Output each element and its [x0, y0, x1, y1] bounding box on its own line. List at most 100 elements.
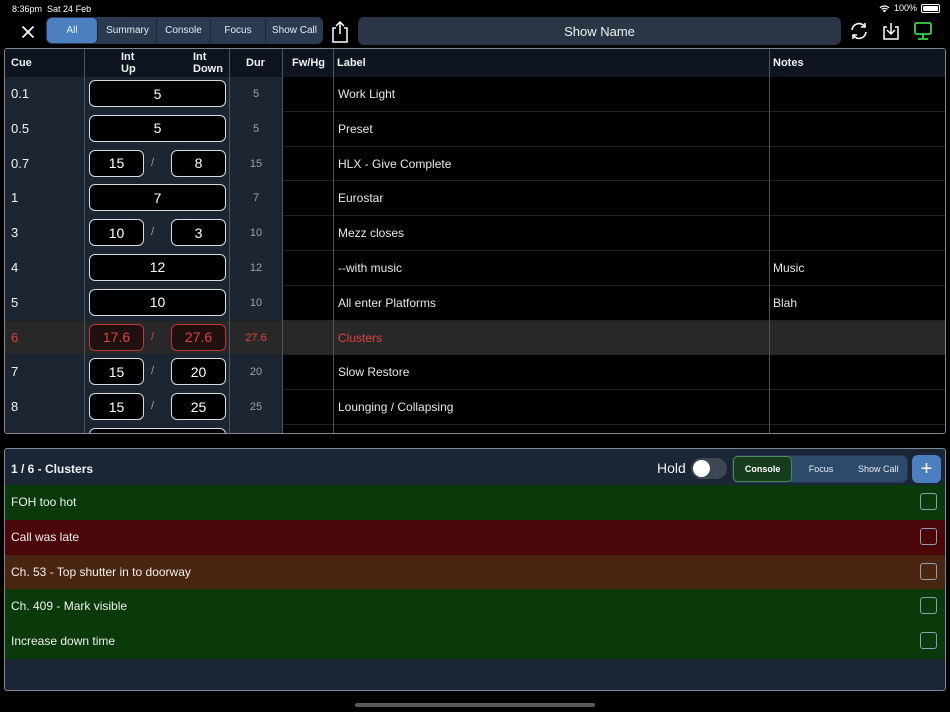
- status-time: 8:36pm Sat 24 Feb: [12, 4, 92, 14]
- note-checkbox[interactable]: [920, 632, 937, 650]
- cue-duration: 10: [249, 227, 263, 240]
- int-up-field[interactable]: 15: [89, 393, 144, 421]
- cue-row[interactable]: 0.5 5 5 Preset: [5, 112, 945, 147]
- split-separator: /: [151, 330, 155, 343]
- cue-notes[interactable]: Blah: [773, 296, 797, 310]
- int-time-field[interactable]: 5: [89, 80, 226, 107]
- note-checkbox[interactable]: [920, 527, 937, 545]
- split-separator: /: [151, 365, 155, 378]
- tab-summary[interactable]: Summary: [99, 17, 157, 44]
- cue-row[interactable]: 0.7 15 / 8 15 HLX - Give Complete: [5, 147, 945, 182]
- tab-focus[interactable]: Focus: [211, 17, 266, 44]
- note-checkbox[interactable]: [920, 562, 937, 580]
- int-down-field[interactable]: 27.6: [171, 323, 226, 351]
- int-time-field[interactable]: [89, 427, 226, 433]
- int-down-field[interactable]: 25: [171, 393, 226, 421]
- display-icon[interactable]: [912, 20, 934, 42]
- note-item[interactable]: Call was late: [5, 519, 945, 555]
- table-header: Cue Int Up Int Down Dur Fw/Hg Label Notes: [5, 49, 945, 77]
- int-time-field[interactable]: 10: [89, 288, 226, 316]
- cue-row[interactable]: 4 12 12 --with music Music: [5, 251, 945, 286]
- int-up-field[interactable]: 15: [89, 358, 144, 386]
- cue-duration: 10: [249, 296, 263, 309]
- tab-note-show-call[interactable]: Show Call: [850, 456, 907, 482]
- header-dur[interactable]: Dur: [246, 57, 265, 69]
- wifi-icon: [879, 4, 890, 12]
- home-indicator[interactable]: [355, 703, 595, 707]
- cue-notes[interactable]: Music: [773, 261, 804, 275]
- header-label[interactable]: Label: [337, 57, 366, 69]
- sync-icon[interactable]: [848, 20, 870, 42]
- cue-label[interactable]: Mezz closes: [338, 226, 404, 240]
- battery-percent: 100%: [893, 3, 917, 13]
- header-int-down[interactable]: Int Down: [177, 51, 223, 75]
- cue-label[interactable]: HLX - Give Complete: [338, 157, 451, 171]
- cue-label[interactable]: Eurostar: [338, 191, 383, 205]
- notes-panel-header: 1 / 6 - Clusters Hold Console Focus Show…: [5, 449, 945, 485]
- int-down-field[interactable]: 20: [171, 358, 226, 386]
- cue-row[interactable]: 0.1 5 5 Work Light: [5, 77, 945, 112]
- hold-label: Hold: [657, 460, 686, 476]
- download-icon[interactable]: [880, 20, 902, 42]
- close-icon[interactable]: [17, 21, 39, 43]
- int-up-field[interactable]: 17.6: [89, 323, 144, 351]
- cue-label[interactable]: Work Light: [338, 87, 395, 101]
- cue-duration: 27.6: [245, 331, 267, 344]
- cue-row[interactable]: 5 10 10 All enter Platforms Blah: [5, 286, 945, 321]
- cue-number: 0.7: [11, 155, 30, 171]
- cue-row[interactable]: 6 17.6 / 27.6 27.6 Clusters: [5, 320, 945, 356]
- note-text: Ch. 409 - Mark visible: [11, 599, 128, 614]
- cue-row[interactable]: 7 15 / 20 20 Slow Restore: [5, 355, 945, 391]
- cue-row[interactable]: 3 10 / 3 10 Mezz closes: [5, 216, 945, 251]
- status-right: 100%: [879, 3, 940, 13]
- int-down-field[interactable]: 8: [171, 149, 226, 177]
- share-icon[interactable]: [328, 19, 352, 45]
- split-separator: /: [151, 226, 155, 239]
- tab-all[interactable]: All: [47, 18, 98, 43]
- int-time-field[interactable]: 12: [89, 253, 226, 281]
- int-time-field[interactable]: 5: [89, 114, 226, 142]
- int-down-field[interactable]: 3: [171, 219, 226, 247]
- header-fwhg[interactable]: Fw/Hg: [292, 57, 325, 69]
- cue-row-partial[interactable]: [5, 425, 945, 433]
- note-text: Ch. 53 - Top shutter in to doorway: [11, 564, 191, 579]
- cue-table: Cue Int Up Int Down Dur Fw/Hg Label Notes …: [4, 48, 946, 434]
- cue-label[interactable]: Preset: [338, 122, 373, 136]
- tab-note-focus[interactable]: Focus: [792, 456, 849, 482]
- tab-console[interactable]: Console: [157, 17, 211, 44]
- note-item[interactable]: Ch. 409 - Mark visible: [5, 589, 945, 625]
- cue-label[interactable]: All enter Platforms: [338, 296, 436, 310]
- header-int-up[interactable]: Int Up: [111, 51, 136, 75]
- note-item[interactable]: Increase down time: [5, 624, 945, 659]
- cue-label[interactable]: Slow Restore: [338, 365, 409, 379]
- int-time-field[interactable]: 7: [89, 184, 226, 212]
- top-toolbar: All Summary Console Focus Show Call Show…: [0, 17, 950, 47]
- cue-row[interactable]: 8 15 / 25 25 Lounging / Collapsing: [5, 390, 945, 425]
- cue-duration: 25: [249, 401, 263, 414]
- note-text: FOH too hot: [11, 495, 77, 509]
- cue-number: 1: [11, 190, 19, 206]
- cue-number: 4: [11, 259, 19, 275]
- split-separator: /: [151, 400, 155, 413]
- cue-label[interactable]: Lounging / Collapsing: [338, 400, 453, 414]
- cue-number: 8: [11, 399, 19, 415]
- tab-show-call[interactable]: Show Call: [266, 17, 323, 44]
- column-divider: [229, 49, 230, 433]
- column-divider: [282, 49, 283, 433]
- add-note-button[interactable]: +: [912, 455, 941, 483]
- header-cue[interactable]: Cue: [11, 57, 32, 69]
- int-up-field[interactable]: 15: [89, 149, 144, 177]
- note-item[interactable]: Ch. 53 - Top shutter in to doorway: [5, 554, 945, 590]
- cue-row[interactable]: 1 7 7 Eurostar: [5, 181, 945, 217]
- header-notes[interactable]: Notes: [773, 57, 804, 69]
- hold-toggle[interactable]: [691, 458, 727, 479]
- note-checkbox[interactable]: [920, 597, 937, 615]
- cue-label[interactable]: Clusters: [338, 331, 382, 345]
- cue-label[interactable]: --with music: [338, 261, 402, 275]
- note-item[interactable]: FOH too hot: [5, 485, 945, 520]
- cue-duration: 12: [249, 261, 263, 274]
- int-up-field[interactable]: 10: [89, 219, 144, 247]
- note-checkbox[interactable]: [920, 493, 937, 510]
- tab-note-console[interactable]: Console: [733, 456, 793, 482]
- show-name-field[interactable]: Show Name: [358, 17, 841, 45]
